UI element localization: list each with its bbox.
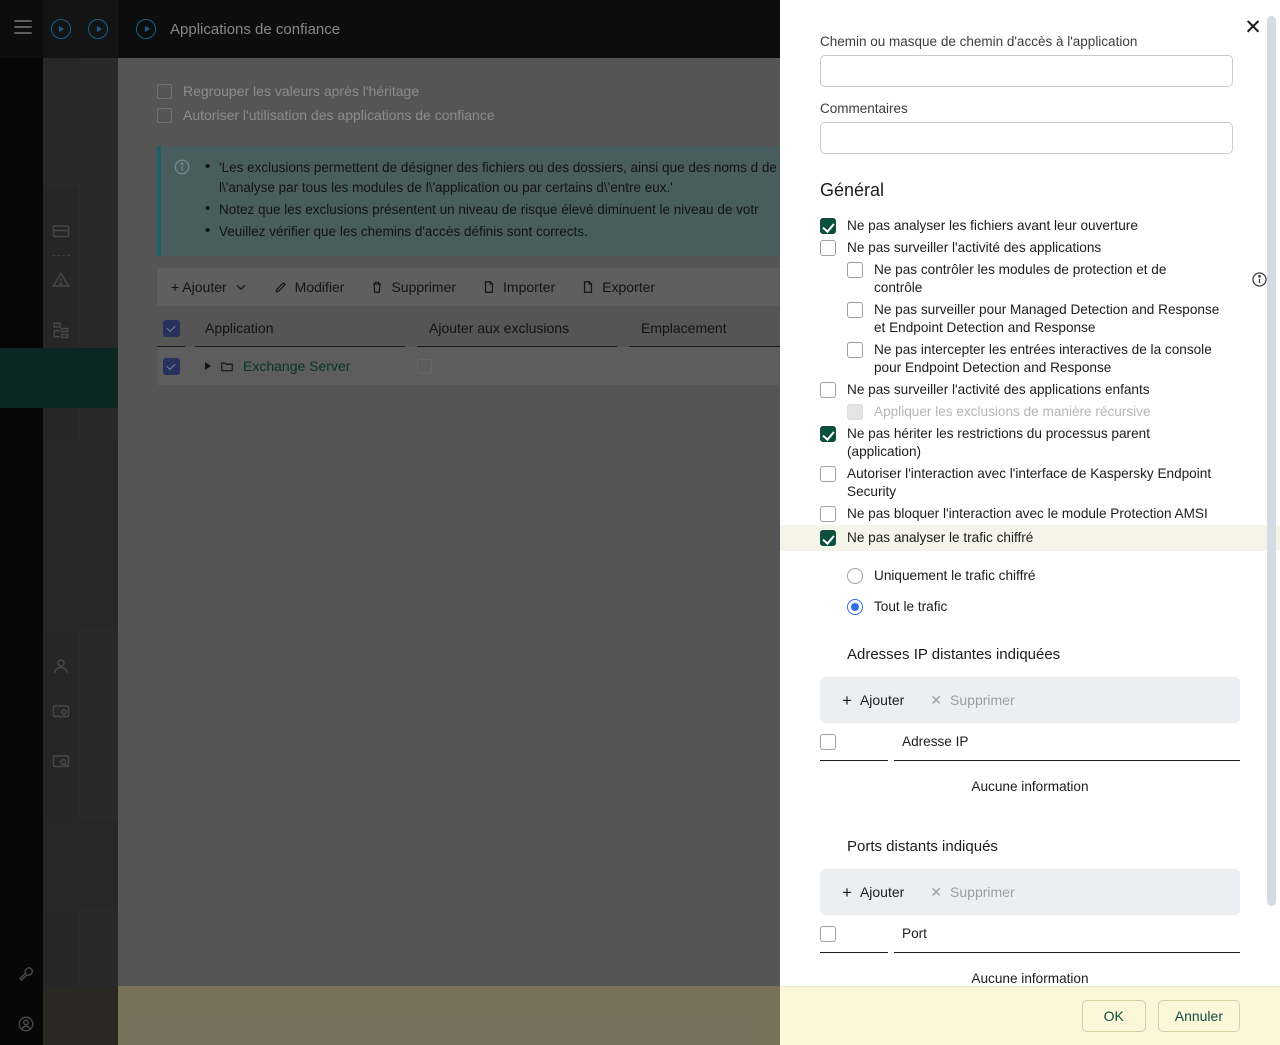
option-allow-kes-interface-interaction[interactable]: Autoriser l'interaction avec l'interface… <box>820 463 1240 503</box>
section-title-ip-addresses: Adresses IP distantes indiquées <box>847 646 1061 663</box>
option-no-inherit-parent-restrictions[interactable]: Ne pas hériter les restrictions du proce… <box>820 423 1240 463</box>
ports-delete-label: Supprimer <box>950 884 1015 900</box>
cancel-button[interactable]: Annuler <box>1157 1000 1240 1032</box>
ports-add-button[interactable]: + Ajouter <box>842 884 904 901</box>
checkbox[interactable] <box>820 466 836 482</box>
checkbox[interactable] <box>820 382 836 398</box>
option-label: Ne pas contrôler les modules de protecti… <box>874 262 1167 295</box>
ports-add-label: Ajouter <box>859 884 905 900</box>
option-no-monitor-child-apps[interactable]: Ne pas surveiller l'activité des applica… <box>820 379 1240 401</box>
path-field-label: Chemin ou masque de chemin d'accès à l'a… <box>820 34 1138 49</box>
comments-input[interactable] <box>820 122 1233 154</box>
option-no-control-protection-modules[interactable]: Ne pas contrôler les modules de protecti… <box>820 259 1267 299</box>
option-label: Ne pas bloquer l'interaction avec le mod… <box>847 506 1208 521</box>
ip-add-label: Ajouter <box>859 692 905 708</box>
radio-button[interactable] <box>847 599 863 615</box>
panel-scroll-area[interactable]: Chemin ou masque de chemin d'accès à l'a… <box>780 0 1280 986</box>
panel-footer: OK Annuler <box>780 986 1280 1045</box>
ports-table-header: Port <box>820 915 1240 953</box>
ok-button[interactable]: OK <box>1081 1000 1146 1032</box>
ip-column-header[interactable]: Adresse IP <box>894 723 1240 761</box>
option-label: Ne pas analyser les fichiers avant leur … <box>847 218 1138 233</box>
panel-scrollbar[interactable] <box>1267 16 1276 906</box>
ports-select-all-checkbox[interactable] <box>820 926 836 942</box>
option-no-scan-encrypted-traffic[interactable]: Ne pas analyser le trafic chiffré <box>780 525 1280 551</box>
radio-label: Tout le trafic <box>874 599 948 614</box>
option-no-block-amsi[interactable]: Ne pas bloquer l'interaction avec le mod… <box>820 503 1240 525</box>
checkbox[interactable] <box>847 342 863 358</box>
close-x-icon: ✕ <box>930 692 943 708</box>
ports-delete-button: ✕ Supprimer <box>930 884 1014 900</box>
radio-label: Uniquement le trafic chiffré <box>874 568 1036 583</box>
ports-table: Port Aucune information <box>820 915 1240 986</box>
checkbox[interactable] <box>820 506 836 522</box>
checkbox[interactable] <box>820 530 836 546</box>
checkbox <box>847 404 863 420</box>
section-title-general: Général <box>820 180 885 200</box>
option-apply-exclusions-recursive: Appliquer les exclusions de manière récu… <box>820 401 1240 423</box>
path-input[interactable] <box>820 55 1233 87</box>
checkbox[interactable] <box>847 262 863 278</box>
ports-toolbar: + Ajouter ✕ Supprimer <box>820 869 1240 915</box>
comments-field-label: Commentaires <box>820 101 908 116</box>
section-title-ports: Ports distants indiqués <box>847 838 998 855</box>
ip-delete-button: ✕ Supprimer <box>930 692 1014 708</box>
option-no-intercept-console-input[interactable]: Ne pas intercepter les entrées interacti… <box>820 339 1240 379</box>
ip-table: Adresse IP Aucune information <box>820 723 1240 794</box>
ip-empty-message: Aucune information <box>971 779 1089 794</box>
trusted-application-panel: ✕ Chemin ou masque de chemin d'accès à l… <box>780 0 1280 1045</box>
close-x-icon: ✕ <box>930 884 943 900</box>
option-label: Ne pas analyser le trafic chiffré <box>847 530 1034 545</box>
option-label: Appliquer les exclusions de manière récu… <box>874 404 1151 419</box>
option-no-monitor-mdr-edr[interactable]: Ne pas surveiller pour Managed Detection… <box>820 299 1240 339</box>
option-label: Ne pas intercepter les entrées interacti… <box>874 342 1212 375</box>
ports-select-all-cell[interactable] <box>820 915 888 953</box>
ip-select-all-cell[interactable] <box>820 723 888 761</box>
ip-toolbar: + Ajouter ✕ Supprimer <box>820 677 1240 723</box>
close-icon[interactable]: ✕ <box>1240 14 1266 40</box>
ports-empty-message: Aucune information <box>971 971 1089 986</box>
option-label: Ne pas surveiller pour Managed Detection… <box>874 302 1220 335</box>
ports-column-header[interactable]: Port <box>894 915 1240 953</box>
ip-add-button[interactable]: + Ajouter <box>842 692 904 709</box>
radio-encrypted-traffic-only[interactable]: Uniquement le trafic chiffré <box>820 565 1240 587</box>
checkbox[interactable] <box>847 302 863 318</box>
ip-delete-label: Supprimer <box>950 692 1015 708</box>
plus-icon: + <box>842 882 852 902</box>
info-circle-icon[interactable] <box>1251 271 1268 288</box>
checkbox[interactable] <box>820 240 836 256</box>
radio-all-traffic[interactable]: Tout le trafic <box>820 596 1240 618</box>
plus-icon: + <box>842 690 852 710</box>
option-label: Ne pas surveiller l'activité des applica… <box>847 240 1102 255</box>
option-label: Ne pas surveiller l'activité des applica… <box>847 382 1150 397</box>
checkbox[interactable] <box>820 426 836 442</box>
ip-select-all-checkbox[interactable] <box>820 734 836 750</box>
checkbox[interactable] <box>820 218 836 234</box>
option-no-scan-before-open[interactable]: Ne pas analyser les fichiers avant leur … <box>820 215 1240 237</box>
option-label: Ne pas hériter les restrictions du proce… <box>847 426 1150 459</box>
option-no-monitor-app-activity[interactable]: Ne pas surveiller l'activité des applica… <box>820 237 1240 259</box>
radio-button[interactable] <box>847 568 863 584</box>
ip-table-header: Adresse IP <box>820 723 1240 761</box>
option-label: Autoriser l'interaction avec l'interface… <box>847 466 1212 499</box>
